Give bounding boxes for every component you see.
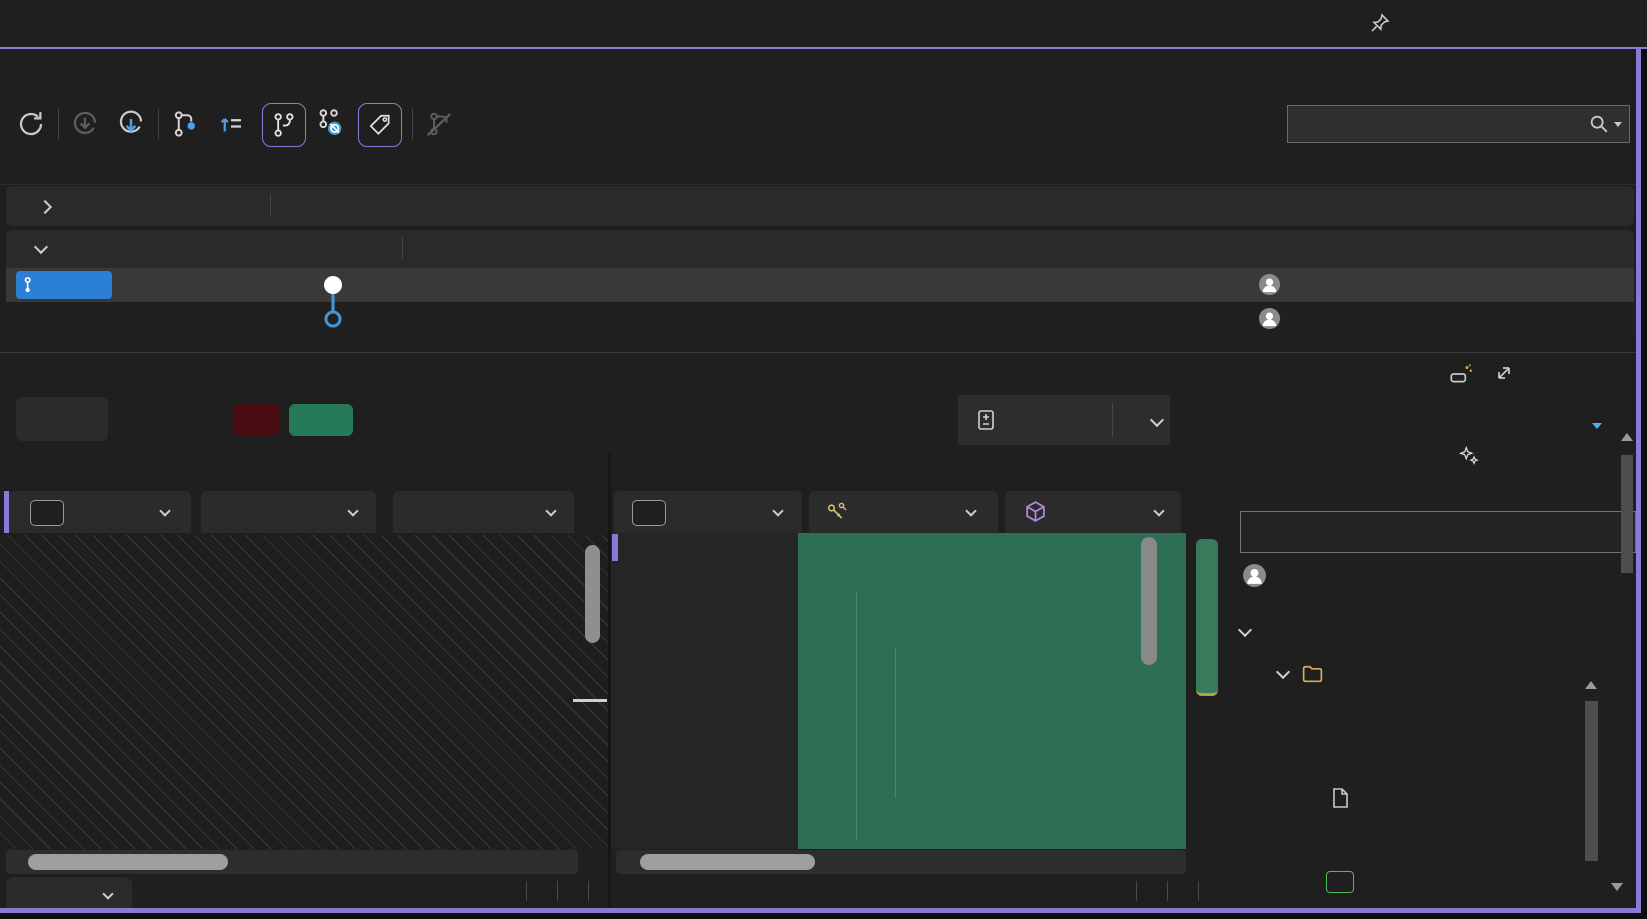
link-separator xyxy=(402,237,403,259)
chevron-down-icon xyxy=(347,505,358,516)
commit-row[interactable] xyxy=(6,268,1634,302)
csharp-chip-icon xyxy=(30,500,64,526)
vs-git-diff-window xyxy=(0,0,1647,919)
right-type-dropdown[interactable] xyxy=(614,491,802,533)
diff-gutter xyxy=(611,533,798,849)
title-bar xyxy=(0,0,1647,47)
left-member-dropdown[interactable] xyxy=(201,491,376,533)
left-status-bar xyxy=(230,881,608,901)
deletions-badge xyxy=(233,404,279,436)
chevron-down-icon xyxy=(965,505,976,516)
left-horizontal-scrollbar-thumb[interactable] xyxy=(28,854,228,870)
csharp-chip-icon xyxy=(632,500,666,526)
panel-scroll-down-icon[interactable] xyxy=(1611,883,1623,891)
chevron-down-icon[interactable] xyxy=(1276,665,1290,679)
panel-scrollbar-thumb[interactable] xyxy=(1621,455,1633,573)
incoming-section[interactable] xyxy=(6,186,1634,226)
minimize-with-sparkles-icon[interactable] xyxy=(1448,361,1474,387)
chevron-down-icon[interactable] xyxy=(1238,623,1252,637)
tree-row-folder[interactable] xyxy=(1232,653,1580,695)
minimap-track xyxy=(1186,533,1232,849)
file-icon xyxy=(1328,786,1352,810)
current-line-accent xyxy=(612,534,618,561)
reset-dropdown-icon[interactable] xyxy=(1592,423,1602,429)
commit-row[interactable] xyxy=(6,302,1634,336)
branch-compare-icon xyxy=(21,275,41,295)
branch-bar xyxy=(0,101,1647,147)
commit-details-panel xyxy=(0,352,1647,914)
chevron-down-icon xyxy=(1153,505,1164,516)
tree-scrollbar-thumb[interactable] xyxy=(1585,701,1598,861)
expand-panel-icon[interactable] xyxy=(1492,361,1516,385)
tree-row-file[interactable] xyxy=(1232,863,1580,905)
left-horizontal-scrollbar-track[interactable] xyxy=(6,850,578,874)
left-method-dropdown[interactable] xyxy=(393,491,574,533)
window-outside xyxy=(1641,49,1647,913)
diff-nav-group xyxy=(16,397,108,441)
right-horizontal-scrollbar-track[interactable] xyxy=(616,850,1186,874)
right-method-dropdown[interactable] xyxy=(1005,491,1181,533)
folder-icon xyxy=(1300,661,1325,686)
splitter-handle[interactable] xyxy=(573,699,607,702)
link-separator xyxy=(270,195,271,217)
summary-icon[interactable] xyxy=(974,408,998,432)
right-vertical-scrollbar[interactable] xyxy=(1141,537,1157,665)
commit-message-box[interactable] xyxy=(1240,511,1636,553)
indent-guide xyxy=(895,648,896,798)
chevron-down-icon xyxy=(772,505,783,516)
left-type-dropdown[interactable] xyxy=(9,491,191,533)
avatar xyxy=(1258,307,1281,330)
pin-icon[interactable] xyxy=(1368,11,1392,35)
changes-tree xyxy=(1232,653,1580,914)
history-column-header xyxy=(0,148,1647,185)
left-vertical-scrollbar[interactable] xyxy=(585,545,600,643)
window-outside xyxy=(0,913,1647,919)
chevron-right-icon[interactable] xyxy=(38,200,52,214)
tree-row-file[interactable] xyxy=(1232,737,1580,779)
chevron-down-icon xyxy=(159,505,170,516)
method-cube-icon xyxy=(1023,499,1048,524)
csproj-icon xyxy=(1326,871,1354,893)
tree-scroll-up-icon[interactable] xyxy=(1585,681,1597,689)
panel-scroll-up-icon[interactable] xyxy=(1621,433,1633,441)
avatar xyxy=(1258,273,1281,296)
chevron-down-icon[interactable] xyxy=(34,240,48,254)
tree-row-file[interactable] xyxy=(1232,695,1580,737)
avatar xyxy=(1242,563,1267,588)
namespace-keys-icon xyxy=(825,500,849,524)
chevron-down-icon xyxy=(102,888,113,899)
tree-row-file[interactable] xyxy=(1232,821,1580,863)
right-horizontal-scrollbar-thumb[interactable] xyxy=(640,854,815,870)
commit-graph xyxy=(306,268,362,336)
tree-row-file[interactable] xyxy=(1232,779,1580,821)
chevron-down-icon xyxy=(545,505,556,516)
minimap-added-region[interactable] xyxy=(1196,539,1218,696)
toolbar-separator xyxy=(1112,403,1113,437)
git-toolbar xyxy=(0,49,1647,101)
left-empty-file-area xyxy=(0,535,608,849)
indent-guide xyxy=(856,591,857,841)
right-status-bar xyxy=(840,881,1218,901)
additions-badge xyxy=(289,404,353,436)
branch-badge[interactable] xyxy=(16,271,112,299)
sparkles-icon[interactable] xyxy=(1458,445,1480,467)
local-history-header[interactable] xyxy=(6,230,1634,268)
local-history-section xyxy=(6,230,1634,336)
right-member-dropdown[interactable] xyxy=(809,491,998,533)
